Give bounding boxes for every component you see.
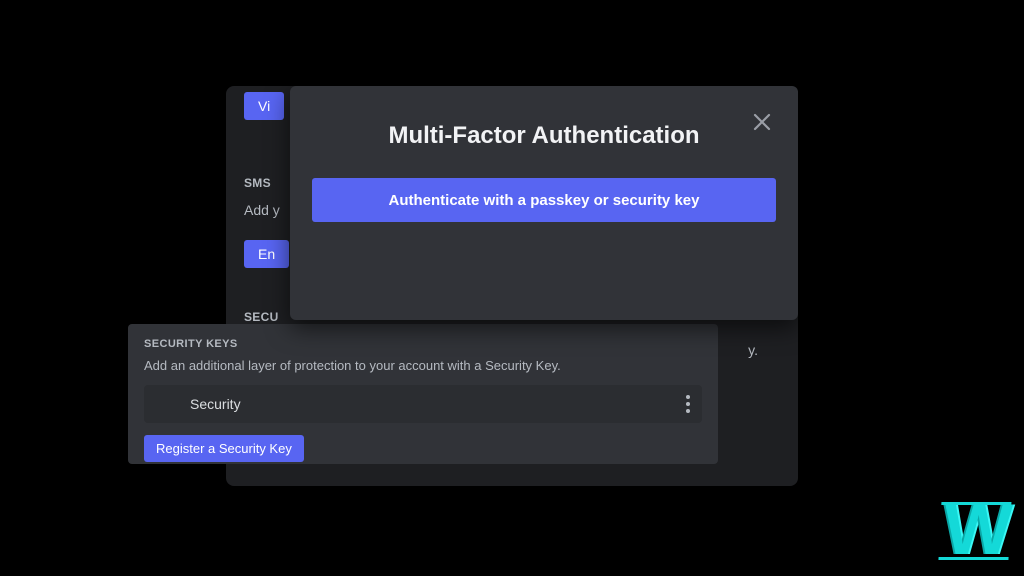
security-section-label-fragment: SECU: [244, 310, 279, 324]
security-key-row[interactable]: Security: [144, 385, 702, 423]
bg-partial-button-top[interactable]: Vi: [244, 92, 284, 120]
mfa-modal-title: Multi-Factor Authentication: [290, 122, 798, 150]
security-keys-title: SECURITY KEYS: [144, 338, 702, 350]
sms-section-label: SMS: [244, 176, 271, 190]
security-keys-description: Add an additional layer of protection to…: [144, 358, 702, 373]
security-desc-tail-fragment: y.: [748, 342, 758, 358]
close-icon[interactable]: [750, 110, 774, 134]
sms-description-fragment: Add y: [244, 202, 280, 218]
authenticate-passkey-button[interactable]: Authenticate with a passkey or security …: [312, 178, 776, 222]
watermark-logo: W: [942, 494, 1008, 566]
bg-partial-button-mid[interactable]: En: [244, 240, 289, 268]
security-keys-panel: SECURITY KEYS Add an additional layer of…: [128, 324, 718, 464]
mfa-modal: Multi-Factor Authentication Authenticate…: [290, 86, 798, 320]
register-security-key-button[interactable]: Register a Security Key: [144, 435, 304, 462]
security-key-name: Security: [190, 396, 241, 412]
more-options-icon[interactable]: [686, 395, 690, 413]
